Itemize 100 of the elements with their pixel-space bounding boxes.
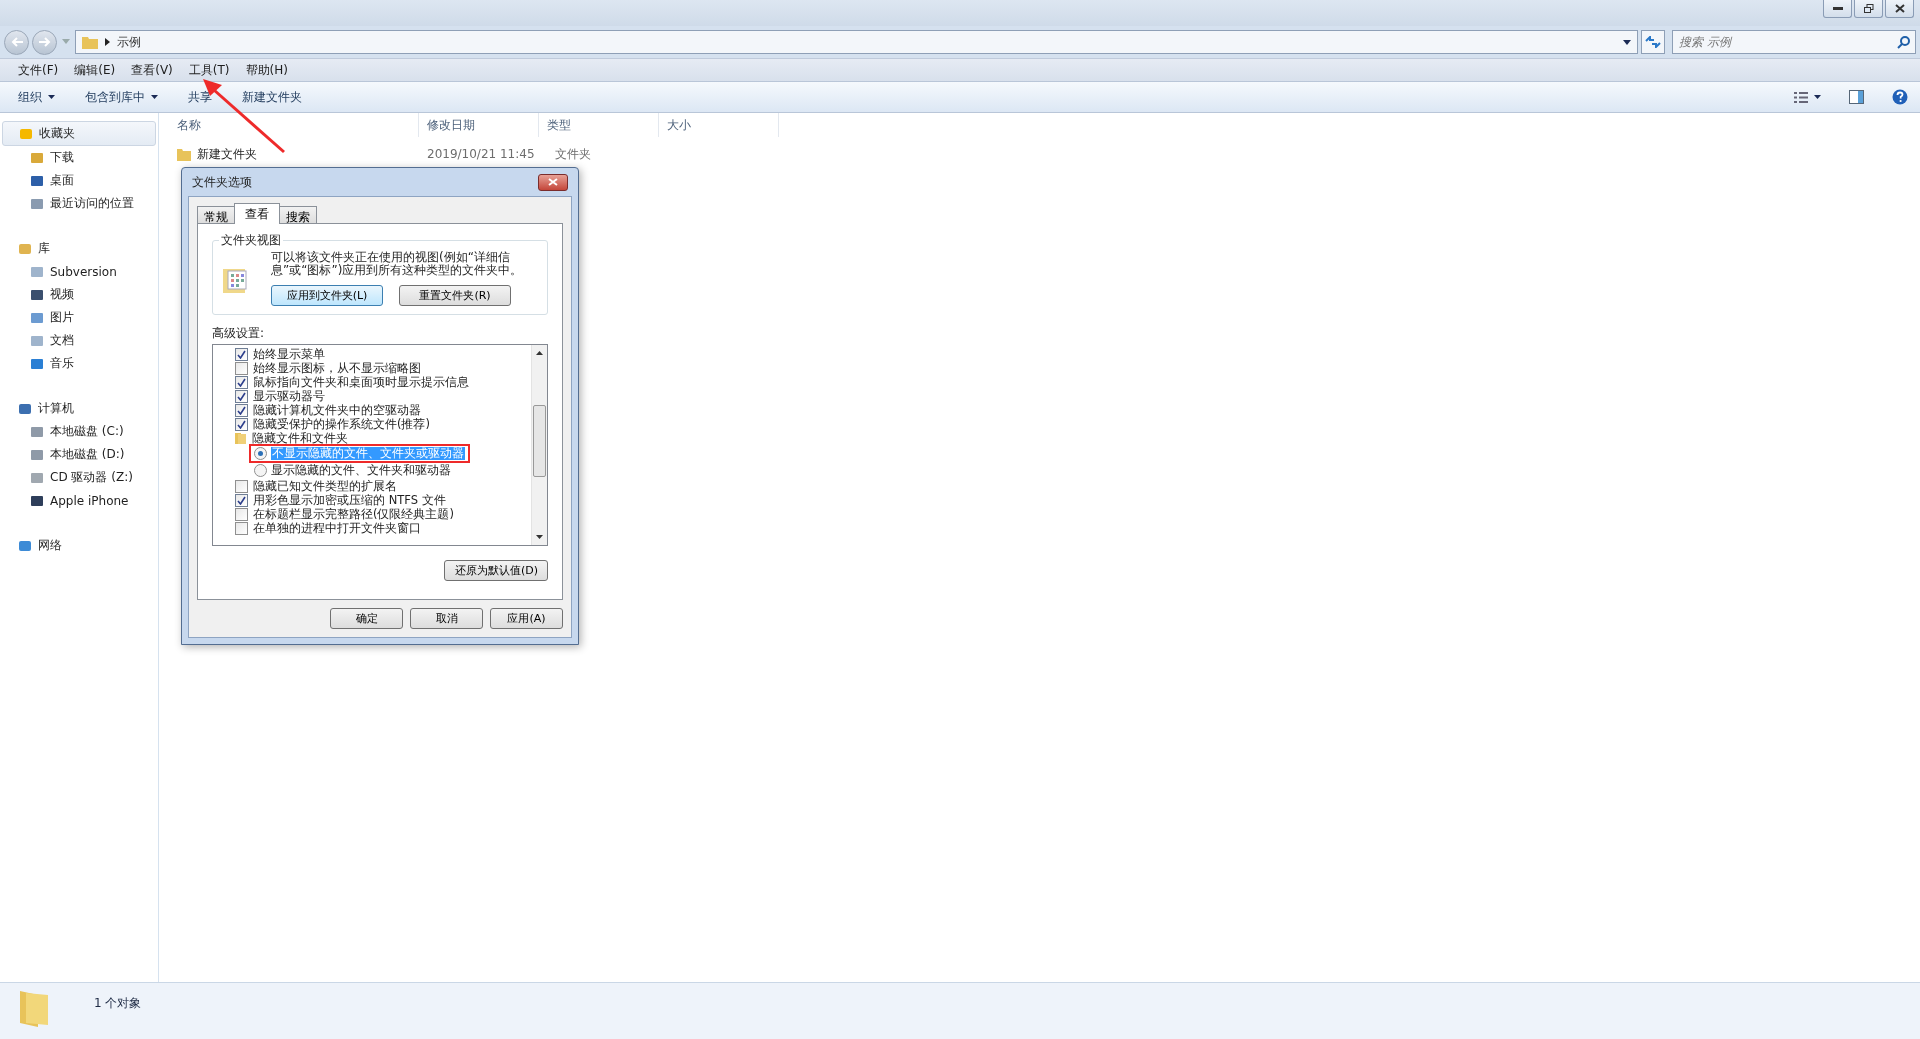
menu-item[interactable]: 帮助(H): [237, 61, 296, 79]
checkbox[interactable]: [235, 493, 248, 507]
setting-label[interactable]: 隐藏受保护的操作系统文件(推荐): [253, 417, 430, 431]
sidebar-item[interactable]: Subversion: [0, 260, 158, 283]
close-icon: [548, 178, 558, 186]
close-button[interactable]: [538, 173, 568, 191]
dialog-button[interactable]: 确定: [330, 608, 403, 629]
dialog-title: 文件夹选项: [192, 173, 252, 191]
forward-arrow-icon: [37, 36, 52, 48]
dialog-button[interactable]: 应用到文件夹(L): [271, 285, 383, 306]
checkbox[interactable]: [235, 417, 248, 431]
checkbox[interactable]: [235, 479, 248, 493]
search-field[interactable]: 搜索 示例: [1672, 30, 1916, 54]
dialog-button[interactable]: 应用(A): [490, 608, 563, 629]
scroll-up-icon[interactable]: [536, 351, 543, 355]
folder-icon: [177, 147, 191, 161]
column-header[interactable]: 类型: [539, 113, 659, 137]
section-label: 高级设置:: [212, 325, 266, 342]
tab[interactable]: 搜索: [279, 206, 317, 224]
minimize-icon: [1832, 6, 1843, 11]
view-options-icon[interactable]: [1794, 91, 1808, 103]
checkbox[interactable]: [235, 507, 248, 521]
sidebar-item[interactable]: 文档: [0, 329, 158, 352]
checkbox[interactable]: [235, 375, 248, 389]
sidebar-item[interactable]: CD 驱动器 (Z:): [0, 466, 158, 489]
sidebar-icon: [30, 173, 44, 188]
sidebar-item[interactable]: 本地磁盘 (C:): [0, 420, 158, 443]
restore-defaults-button[interactable]: 还原为默认值(D): [444, 560, 548, 581]
sidebar-item[interactable]: 库: [0, 237, 158, 260]
refresh-button[interactable]: [1641, 30, 1665, 54]
sidebar-item[interactable]: 视频: [0, 283, 158, 306]
radio-button[interactable]: [254, 464, 267, 477]
checkbox[interactable]: [235, 389, 248, 403]
setting-label[interactable]: 隐藏计算机文件夹中的空驱动器: [253, 403, 421, 417]
setting-label[interactable]: 在单独的进程中打开文件夹窗口: [253, 521, 421, 535]
close-icon: [1894, 4, 1905, 13]
address-bar[interactable]: 示例: [75, 30, 1638, 54]
folder-icon: [82, 35, 98, 49]
restore-button[interactable]: [1854, 0, 1883, 18]
setting-label[interactable]: 显示隐藏的文件、文件夹和驱动器: [271, 464, 451, 477]
sidebar-item[interactable]: 计算机: [0, 397, 158, 420]
menu-item[interactable]: 编辑(E): [66, 61, 124, 79]
description-text: 可以将该文件夹正在使用的视图(例如“详细信息”或“图标”)应用到所有这种类型的文件夹中。: [271, 251, 524, 277]
menu-item[interactable]: 工具(T): [180, 61, 238, 79]
folder-view-icon: [223, 267, 249, 293]
toolbar-button[interactable]: 新建文件夹: [234, 85, 310, 109]
menu-item[interactable]: 查看(V): [123, 61, 181, 79]
dropdown-arrow-icon[interactable]: [1623, 39, 1631, 45]
sidebar-item[interactable]: 桌面: [0, 169, 158, 192]
sidebar-icon: [30, 287, 44, 302]
menu-item[interactable]: 文件(F): [10, 61, 67, 79]
setting-label[interactable]: 始终显示图标，从不显示缩略图: [253, 361, 421, 375]
file-name[interactable]: 新建文件夹: [197, 145, 257, 163]
sidebar-item[interactable]: 音乐: [0, 352, 158, 375]
sidebar-item[interactable]: 下载: [0, 146, 158, 169]
checkbox[interactable]: [235, 361, 248, 375]
setting-label[interactable]: 显示驱动器号: [253, 389, 325, 403]
sidebar-icon: [30, 196, 44, 211]
radio-button[interactable]: [254, 447, 267, 460]
setting-label[interactable]: 用彩色显示加密或压缩的 NTFS 文件: [253, 493, 446, 507]
sidebar-item[interactable]: 图片: [0, 306, 158, 329]
checkbox[interactable]: [235, 521, 248, 535]
tab[interactable]: 查看: [234, 203, 280, 224]
caret-icon[interactable]: [1814, 95, 1821, 99]
setting-label: 隐藏文件和文件夹: [252, 431, 348, 445]
setting-label[interactable]: 始终显示菜单: [253, 347, 325, 361]
preview-pane-icon[interactable]: [1849, 90, 1864, 104]
setting-label[interactable]: 在标题栏显示完整路径(仅限经典主题): [253, 507, 454, 521]
breadcrumb-arrow-icon: [105, 38, 110, 46]
sidebar-item[interactable]: 收藏夹: [2, 121, 156, 146]
back-arrow-icon: [9, 36, 24, 48]
sidebar-item[interactable]: 最近访问的位置: [0, 192, 158, 215]
minimize-button[interactable]: [1823, 0, 1852, 18]
tab[interactable]: 常规: [197, 206, 235, 224]
toolbar-button[interactable]: 包含到库中: [77, 85, 166, 109]
column-header[interactable]: 修改日期: [419, 113, 539, 137]
sidebar-icon: [30, 150, 44, 165]
setting-label[interactable]: 鼠标指向文件夹和桌面项时显示提示信息: [253, 375, 469, 389]
toolbar-button[interactable]: 组织: [10, 85, 63, 109]
checkbox[interactable]: [235, 403, 248, 417]
table-cell-text: 2019/10/21 11:45: [426, 147, 536, 161]
close-button[interactable]: [1885, 0, 1914, 18]
column-header[interactable]: 名称: [159, 113, 419, 137]
search-icon[interactable]: [1897, 36, 1910, 49]
dialog-button[interactable]: 重置文件夹(R): [399, 285, 511, 306]
setting-label[interactable]: 隐藏已知文件类型的扩展名: [253, 479, 397, 493]
sidebar-item[interactable]: Apple iPhone: [0, 489, 158, 512]
sidebar-icon: [30, 356, 44, 371]
sidebar-icon: [18, 241, 32, 256]
column-header[interactable]: 大小: [659, 113, 779, 137]
status-text: 1 个对象: [94, 995, 142, 1012]
sidebar-icon: [30, 264, 44, 279]
scrollbar[interactable]: [531, 345, 547, 545]
dialog-button[interactable]: 取消: [410, 608, 483, 629]
checkbox[interactable]: [235, 347, 248, 361]
sidebar-item[interactable]: 网络: [0, 534, 158, 557]
scroll-down-icon[interactable]: [536, 535, 543, 539]
sidebar-icon: [18, 401, 32, 416]
sidebar-item[interactable]: 本地磁盘 (D:): [0, 443, 158, 466]
help-icon[interactable]: [1892, 89, 1908, 105]
